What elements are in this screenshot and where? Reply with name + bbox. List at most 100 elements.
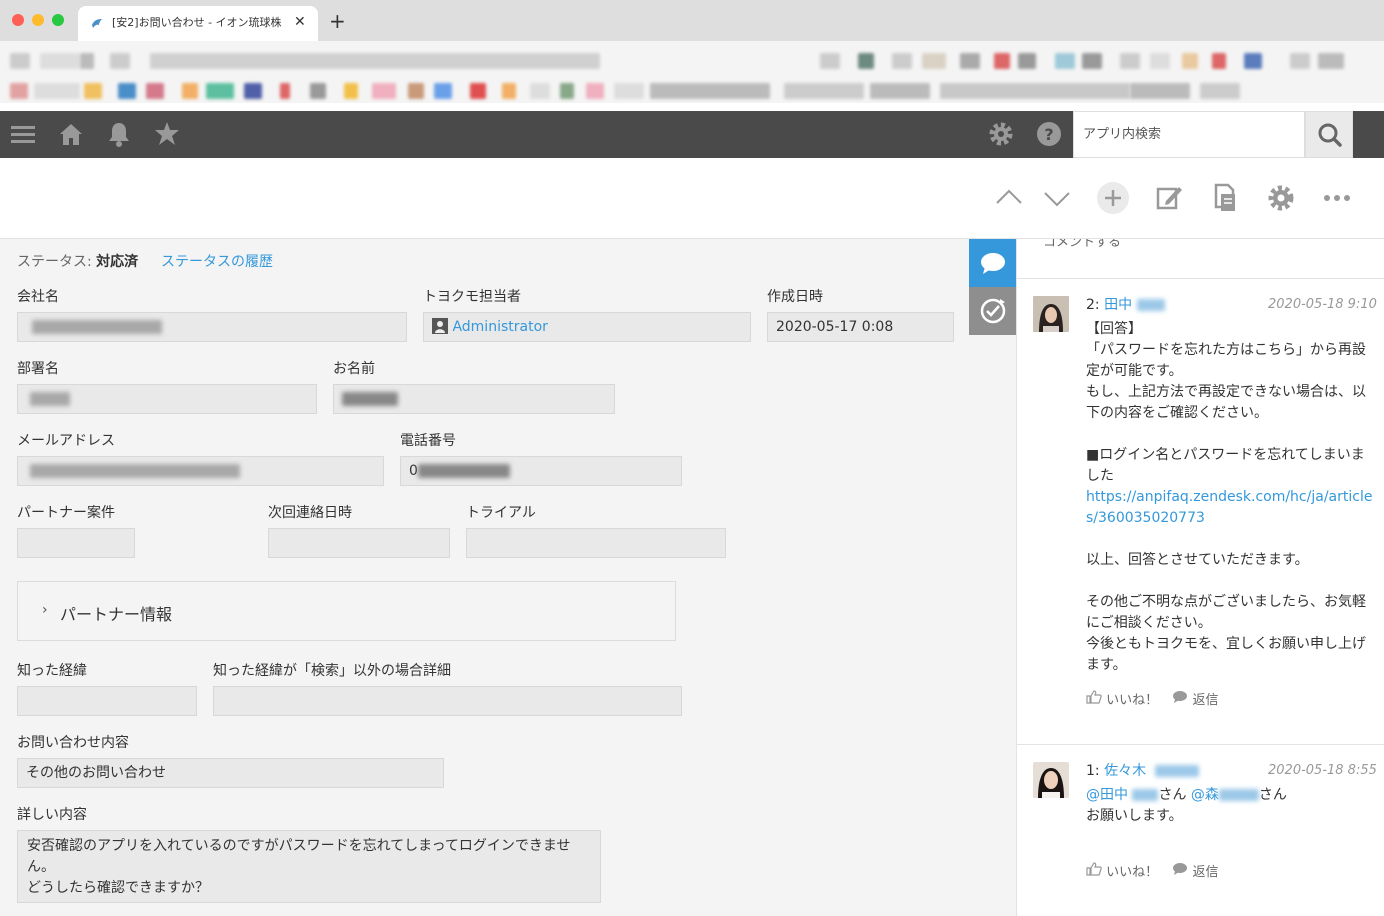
- comment-link[interactable]: https://anpifaq.zendesk.com/hc/ja/articl…: [1086, 489, 1372, 526]
- comment-line: [1086, 424, 1374, 445]
- reply-button[interactable]: 返信: [1172, 689, 1218, 708]
- comment-author-link[interactable]: 佐々木: [1104, 763, 1146, 779]
- owner-link[interactable]: Administrator: [452, 319, 547, 335]
- bookmark-bar: [0, 41, 1384, 103]
- comment-line: [1086, 529, 1374, 550]
- trial-label: トライアル: [466, 505, 536, 521]
- window-close-button[interactable]: [12, 14, 24, 26]
- comment-author-link[interactable]: 田中: [1104, 297, 1132, 313]
- department-label: 部署名: [17, 361, 59, 377]
- email-field: [17, 456, 384, 486]
- window-minimize-button[interactable]: [32, 14, 44, 26]
- reply-label: 返信: [1192, 693, 1219, 708]
- reply-button[interactable]: 返信: [1172, 861, 1218, 880]
- comment-actions: いいね！ 返信: [1086, 689, 1218, 708]
- bell-icon[interactable]: [104, 119, 134, 149]
- status-line: ステータス: 対応済: [17, 251, 138, 271]
- next-record-button[interactable]: [1040, 181, 1074, 215]
- comment-line: [1086, 571, 1374, 592]
- phone-field: 0: [400, 456, 682, 486]
- trial-field: [466, 528, 726, 558]
- svg-text:?: ?: [1044, 125, 1053, 144]
- home-icon[interactable]: [56, 119, 86, 149]
- add-record-button[interactable]: [1096, 181, 1130, 215]
- user-icon: [432, 318, 448, 334]
- history-tab[interactable]: [969, 287, 1017, 335]
- comment-number: 2:: [1086, 297, 1100, 313]
- tab-title: [安2]お問い合わせ - イオン琉球株: [112, 16, 282, 29]
- details-field: 安否確認のアプリを入れているのですがパスワードを忘れてしまってログインできませ …: [17, 830, 601, 903]
- phone-label: 電話番号: [400, 433, 456, 449]
- comment-line: 「パスワードを忘れた方はこちら」から再設定が可能です。: [1086, 342, 1366, 379]
- partner-info-group[interactable]: › パートナー情報: [17, 581, 676, 641]
- details-line: どうしたら確認できますか？: [27, 880, 209, 896]
- name-field: [333, 384, 615, 414]
- history-icon: [980, 298, 1006, 324]
- like-button[interactable]: いいね！: [1086, 689, 1158, 708]
- previous-record-button[interactable]: [992, 181, 1026, 215]
- app-search-box[interactable]: [1073, 111, 1305, 158]
- comments-tab[interactable]: [969, 239, 1017, 287]
- comment-divider: [1017, 744, 1384, 745]
- comment-line: その他ご不明な点がございましたら、お気軽にご相談ください。: [1086, 594, 1366, 631]
- new-tab-button[interactable]: +: [329, 11, 346, 31]
- avatar: [1033, 762, 1069, 798]
- gear-icon: [1268, 185, 1294, 211]
- speech-bubble-icon: [981, 253, 1005, 274]
- status-value: 対応済: [96, 254, 139, 270]
- edit-record-button[interactable]: [1152, 181, 1186, 215]
- browser-tab[interactable]: [安2]お問い合わせ - イオン琉球株 ✕: [78, 6, 318, 41]
- comment-line: 以上、回答とさせていただきます。: [1086, 552, 1309, 568]
- record-detail-form: ステータス: 対応済 ステータスの履歴 会社名 トヨクモ担当者 Administ…: [0, 239, 1016, 916]
- department-field: [17, 384, 317, 414]
- referral-label: 知った経緯: [17, 663, 87, 679]
- company-field: [17, 312, 407, 342]
- inquiry-type-label: お問い合わせ内容: [17, 735, 129, 751]
- reply-bubble-icon: [1173, 863, 1188, 875]
- comment-date: 2020-05-18 9:10: [1268, 297, 1377, 312]
- tab-close-icon[interactable]: ✕: [294, 14, 306, 30]
- record-settings-button[interactable]: [1264, 181, 1298, 215]
- star-icon[interactable]: [152, 119, 182, 149]
- bookmark-row-2: [10, 83, 1374, 99]
- comment-date: 2020-05-18 8:55: [1268, 763, 1377, 778]
- status-label: ステータス:: [17, 254, 92, 270]
- search-icon: [1318, 123, 1342, 147]
- comment-line: もし、上記方法で再設定できない場合は、以下の内容をご確認ください。: [1086, 384, 1366, 421]
- bird-favicon-icon: [90, 16, 104, 30]
- mention-link[interactable]: @森: [1191, 787, 1219, 803]
- like-button[interactable]: いいね！: [1086, 861, 1158, 880]
- copy-icon: [1214, 183, 1235, 211]
- comment-input[interactable]: コメントする: [1017, 239, 1384, 279]
- duplicate-record-button[interactable]: [1208, 181, 1242, 215]
- redacted-text: [342, 392, 398, 406]
- comment-line: 【回答】: [1086, 321, 1142, 337]
- next-contact-field: [268, 528, 450, 558]
- created-label: 作成日時: [767, 289, 823, 305]
- comment-header: 2: 田中: [1086, 297, 1165, 313]
- status-history-link[interactable]: ステータスの履歴: [161, 251, 273, 271]
- redacted-text: [1218, 789, 1259, 801]
- plus-icon: [1097, 182, 1129, 214]
- mention-link[interactable]: @田中: [1086, 787, 1128, 803]
- bookmark-row-1: [10, 53, 1374, 69]
- owner-label: トヨクモ担当者: [423, 289, 521, 305]
- email-label: メールアドレス: [17, 433, 115, 449]
- name-label: お名前: [333, 361, 375, 377]
- redacted-text: [1136, 299, 1165, 311]
- comment-line: 今後ともトヨクモを、宜しくお願い申し上げます。: [1086, 636, 1366, 673]
- chevron-up-icon: [996, 189, 1022, 204]
- window-zoom-button[interactable]: [52, 14, 64, 26]
- menu-icon[interactable]: [8, 119, 38, 149]
- more-options-button[interactable]: [1320, 181, 1354, 215]
- phone-value: 0: [409, 463, 418, 479]
- gear-icon[interactable]: [986, 119, 1016, 149]
- app-search-input[interactable]: [1074, 112, 1304, 157]
- thumbs-up-icon: [1086, 690, 1102, 704]
- redacted-text: [30, 392, 70, 406]
- search-button[interactable]: [1305, 111, 1353, 158]
- mention-suffix: さん: [1258, 787, 1287, 803]
- help-icon[interactable]: ?: [1034, 119, 1064, 149]
- company-label: 会社名: [17, 289, 59, 305]
- partner-info-title: パートナー情報: [60, 605, 173, 624]
